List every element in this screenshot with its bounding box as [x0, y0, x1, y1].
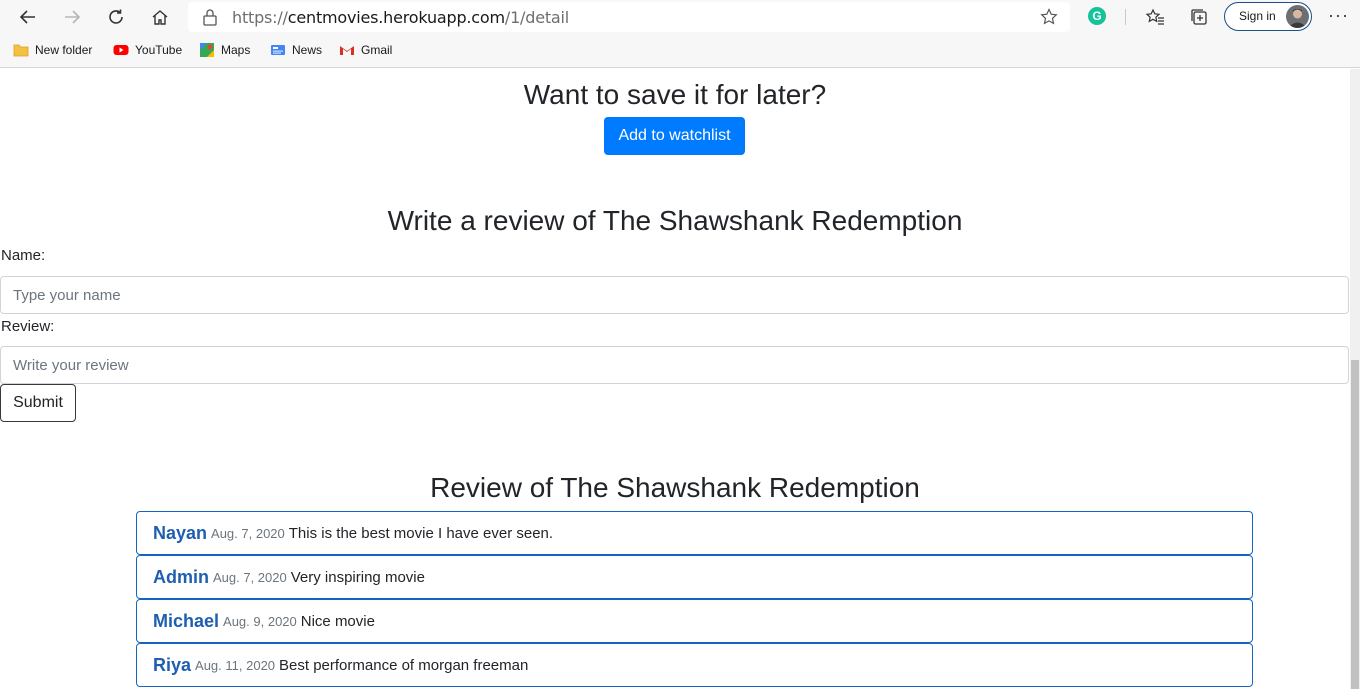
- favorites-icon[interactable]: [1145, 7, 1165, 27]
- add-to-watchlist-button[interactable]: Add to watchlist: [604, 117, 745, 155]
- back-arrow-icon: [19, 10, 35, 24]
- review-author: Michael: [153, 610, 220, 631]
- news-icon: [271, 45, 285, 55]
- grammarly-extension-icon[interactable]: G: [1088, 7, 1106, 25]
- home-icon: [152, 10, 168, 25]
- bookmark-news[interactable]: News: [270, 41, 322, 59]
- review-text: Nice movie: [300, 612, 375, 630]
- forward-button[interactable]: [58, 4, 86, 30]
- write-review-heading: Write a review of The Shawshank Redempti…: [387, 205, 963, 236]
- browser-chrome: https://centmovies.herokuapp.com/1/detai…: [0, 0, 1360, 68]
- more-options-button[interactable]: ···: [1328, 5, 1349, 26]
- review-author: Admin: [153, 566, 209, 587]
- review-input[interactable]: [0, 346, 1349, 384]
- reviews-list: Nayan Aug. 7, 2020 This is the best movi…: [136, 511, 1253, 687]
- bookmark-label: New folder: [35, 43, 93, 57]
- review-text: This is the best movie I have ever seen.: [288, 524, 554, 542]
- toolbar-separator: [1125, 9, 1126, 25]
- review-text: Very inspiring movie: [290, 568, 425, 586]
- browser-toolbar: https://centmovies.herokuapp.com/1/detai…: [0, 0, 1360, 34]
- refresh-button[interactable]: [102, 4, 130, 30]
- bookmarks-bar: New folder YouTube Maps News Gmail: [0, 36, 1360, 62]
- avatar: [1286, 5, 1309, 28]
- review-label: Review:: [1, 318, 55, 335]
- review-date: Aug. 11, 2020: [195, 657, 276, 673]
- collections-icon[interactable]: [1189, 7, 1209, 27]
- url-text: https://centmovies.herokuapp.com/1/detai…: [232, 8, 569, 27]
- review-text: Best performance of morgan freeman: [279, 656, 529, 674]
- review-date: Aug. 7, 2020: [213, 569, 287, 585]
- bookmark-new-folder[interactable]: New folder: [13, 41, 92, 59]
- page-scrollbar[interactable]: [1350, 69, 1360, 689]
- page-content: Want to save it for later? Add to watchl…: [0, 69, 1350, 689]
- maps-icon: [200, 43, 214, 57]
- bookmark-label: Gmail: [361, 43, 393, 57]
- name-input[interactable]: [0, 276, 1349, 314]
- back-button[interactable]: [14, 4, 42, 30]
- sign-in-button[interactable]: Sign in: [1224, 2, 1312, 31]
- youtube-icon: [113, 45, 129, 55]
- gmail-icon: [340, 46, 354, 55]
- scrollbar-thumb[interactable]: [1351, 360, 1359, 689]
- review-date: Aug. 9, 2020: [223, 613, 297, 629]
- name-label: Name:: [1, 247, 46, 264]
- address-bar[interactable]: https://centmovies.herokuapp.com/1/detai…: [188, 2, 1070, 32]
- favorite-star-icon[interactable]: [1040, 8, 1058, 26]
- forward-arrow-icon: [65, 10, 81, 24]
- url-host: centmovies.herokuapp.com: [287, 8, 505, 27]
- bookmark-label: YouTube: [135, 43, 183, 57]
- url-prefix: https://: [232, 8, 288, 27]
- reviews-list-heading: Review of The Shawshank Redemption: [430, 472, 920, 503]
- lock-icon: [203, 9, 217, 26]
- bookmark-maps[interactable]: Maps: [199, 41, 250, 59]
- bookmark-label: News: [292, 43, 323, 57]
- profile-photo-icon: [1288, 9, 1307, 28]
- bookmark-label: Maps: [221, 43, 251, 57]
- sign-in-label: Sign in: [1239, 9, 1276, 23]
- review-date: Aug. 7, 2020: [211, 525, 285, 541]
- list-item: Admin Aug. 7, 2020 Very inspiring movie: [136, 555, 1253, 599]
- list-item: Nayan Aug. 7, 2020 This is the best movi…: [136, 511, 1253, 555]
- refresh-icon: [109, 9, 123, 24]
- folder-icon: [13, 44, 29, 57]
- review-author: Nayan: [153, 522, 208, 543]
- home-button[interactable]: [146, 4, 174, 30]
- list-item: Michael Aug. 9, 2020 Nice movie: [136, 599, 1253, 643]
- bookmark-gmail[interactable]: Gmail: [339, 41, 392, 59]
- review-author: Riya: [153, 654, 192, 675]
- bookmark-youtube[interactable]: YouTube: [113, 41, 182, 59]
- url-path: /1/detail: [504, 8, 570, 27]
- submit-button[interactable]: Submit: [0, 384, 76, 422]
- list-item: Riya Aug. 11, 2020 Best performance of m…: [136, 643, 1253, 687]
- save-heading: Want to save it for later?: [523, 79, 827, 110]
